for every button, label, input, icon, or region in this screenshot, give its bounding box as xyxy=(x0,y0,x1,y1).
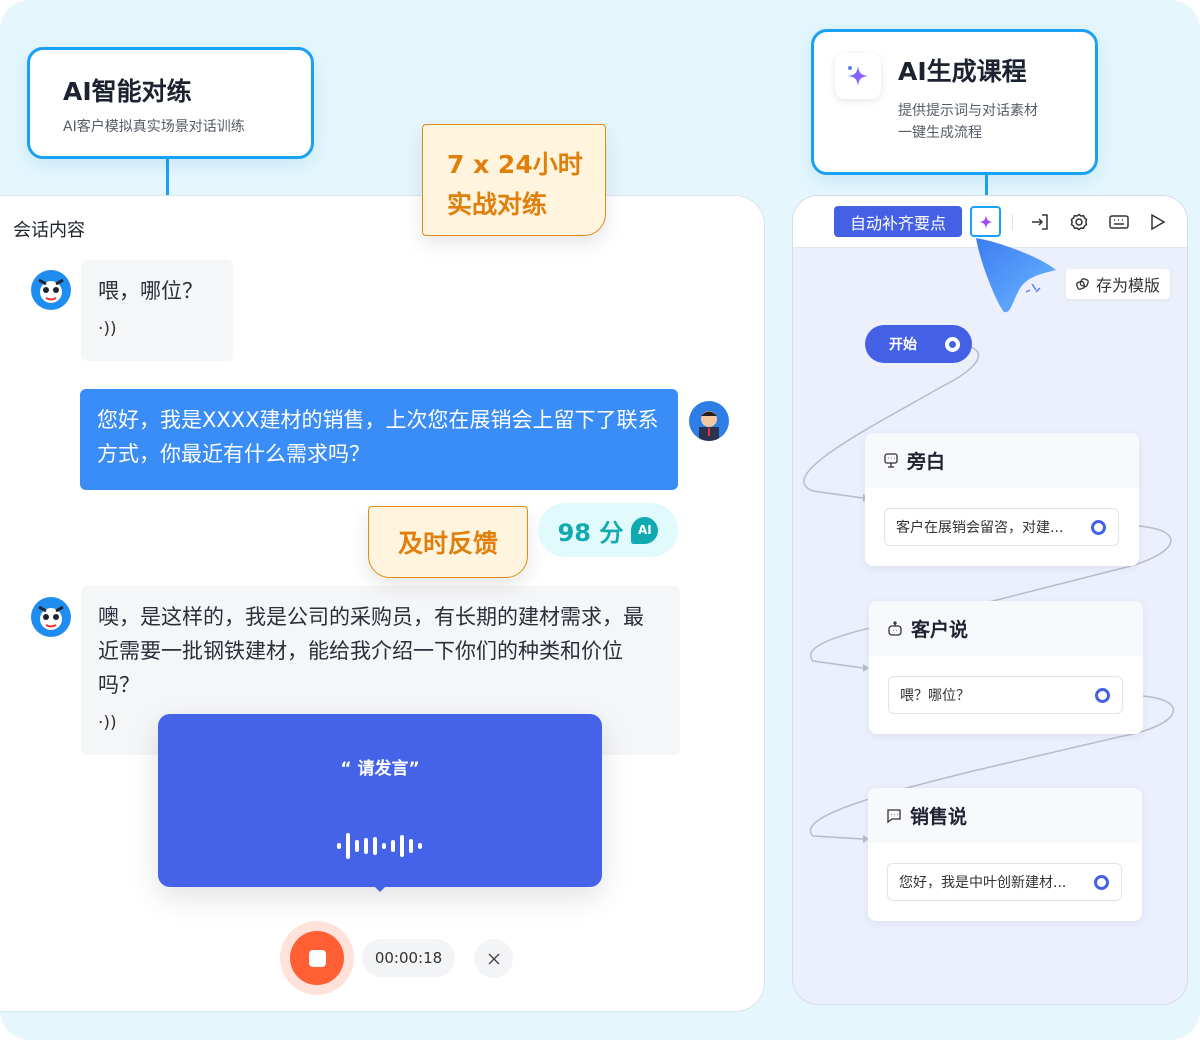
callout-title: AI生成课程 xyxy=(898,57,1027,86)
callout-title: AI智能对练 xyxy=(63,77,192,106)
flow-node-sales[interactable]: 销售说 您好，我是中叶创新建材... xyxy=(868,788,1142,921)
flow-start-node[interactable]: 开始 xyxy=(865,325,972,363)
score-badge: 98 分 AI xyxy=(538,503,678,557)
node-content-field[interactable]: 喂？哪位？ xyxy=(888,676,1123,714)
callout-line: 一键生成流程 xyxy=(898,125,982,141)
customer-avatar xyxy=(31,270,71,310)
node-content-field[interactable]: 客户在展销会留咨，对建... xyxy=(884,508,1119,546)
node-title: 旁白 xyxy=(907,451,946,473)
flow-node-customer[interactable]: 客户说 喂？哪位？ xyxy=(869,601,1143,734)
sparkle-icon xyxy=(835,53,881,99)
stop-icon xyxy=(290,931,344,985)
message-customer: 喂，哪位？ ·)) xyxy=(81,260,233,361)
voice-prompt: “ 请发言” xyxy=(340,759,420,779)
note-24h-practice: 7 x 24小时 实战对练 xyxy=(422,124,606,236)
node-title: 销售说 xyxy=(910,806,968,828)
note-line: 实战对练 xyxy=(447,190,548,219)
chat-title: 会话内容 xyxy=(13,220,85,241)
message-text: 噢，是这样的，我是公司的采购员，有长期的建材需求，最近需要一批钢铁建材，能给我介… xyxy=(98,605,644,697)
chat-icon xyxy=(887,808,901,823)
port-icon[interactable] xyxy=(1094,875,1109,890)
robot-icon xyxy=(888,620,902,636)
score-value: 98 分 xyxy=(557,518,624,547)
message-text: 您好，我是XXXX建材的销售，上次您在展销会上留下了联系方式，你最近有什么需求吗… xyxy=(97,408,659,466)
callout-subtitle: AI客户模拟真实场景对话训练 xyxy=(63,119,245,135)
port-icon[interactable] xyxy=(1095,688,1110,703)
message-text: 喂，哪位？ xyxy=(98,279,203,303)
note-line: 7 x 24小时 xyxy=(447,150,583,179)
callout-ai-course: AI生成课程 提供提示词与对话素材 一键生成流程 xyxy=(811,29,1098,175)
ai-badge-icon: AI xyxy=(631,516,659,544)
node-content: 喂？哪位？ xyxy=(900,688,970,704)
waveform-icon xyxy=(337,832,423,864)
start-label: 开始 xyxy=(889,337,917,353)
node-content-field[interactable]: 您好，我是中叶创新建材... xyxy=(887,863,1122,901)
note-feedback: 及时反馈 xyxy=(368,506,528,578)
message-user: 您好，我是XXXX建材的销售，上次您在展销会上留下了联系方式，你最近有什么需求吗… xyxy=(80,389,678,490)
flow-node-narration[interactable]: 旁白 客户在展销会留咨，对建... xyxy=(865,433,1139,566)
speaker-icon[interactable]: ·)) xyxy=(98,312,216,346)
popup-pointer xyxy=(372,884,388,892)
stage: AI智能对练 AI客户模拟真实场景对话训练 AI生成课程 提供提示词与对话素材 … xyxy=(0,0,1200,1040)
connector-line xyxy=(166,156,169,196)
narration-icon xyxy=(884,452,898,468)
node-content: 您好，我是中叶创新建材... xyxy=(899,875,1067,891)
connector-line xyxy=(985,172,988,196)
node-title: 客户说 xyxy=(911,619,969,641)
callout-line: 提供提示词与对话素材 xyxy=(898,103,1038,119)
chat-panel: 会话内容 喂，哪位？ ·)) 您好，我是XXXX建材的销售，上次您在展销会上留下… xyxy=(0,195,765,1012)
port-icon[interactable] xyxy=(1091,520,1106,535)
port-icon[interactable] xyxy=(945,337,960,352)
close-icon xyxy=(488,953,499,964)
callout-ai-practice: AI智能对练 AI客户模拟真实场景对话训练 xyxy=(27,47,314,159)
record-timer: 00:00:18 xyxy=(362,939,455,977)
stop-record-button[interactable] xyxy=(280,921,354,995)
user-avatar xyxy=(689,401,729,441)
voice-input-popup: “ 请发言” xyxy=(158,714,602,892)
cancel-record-button[interactable] xyxy=(474,939,513,978)
node-content: 客户在展销会留咨，对建... xyxy=(896,520,1064,536)
cursor-icon xyxy=(976,238,1056,313)
customer-avatar xyxy=(31,597,71,637)
